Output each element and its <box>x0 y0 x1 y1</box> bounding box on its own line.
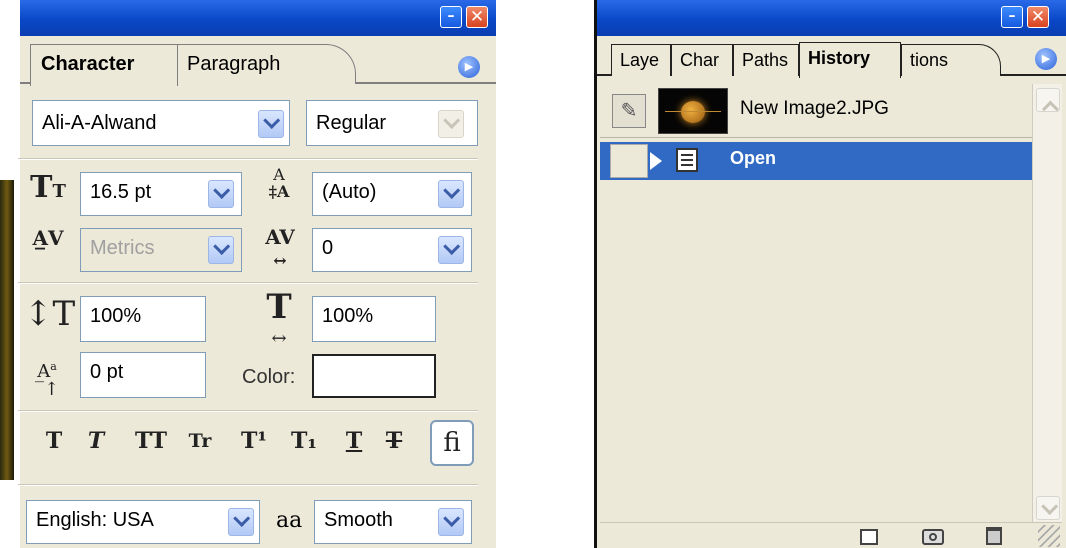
separator <box>18 410 478 412</box>
tab-paths[interactable]: Paths <box>733 44 799 76</box>
tab-bar: Laye Char Paths History tions ▶ <box>597 36 1066 78</box>
close-button[interactable]: ✕ <box>466 6 488 28</box>
tab-history[interactable]: History <box>799 42 901 78</box>
language-dropdown[interactable] <box>228 508 254 536</box>
leading-value: (Auto) <box>322 181 377 203</box>
language-value: English: USA <box>36 509 154 531</box>
chevron-up-icon <box>1041 100 1059 118</box>
vertical-scale-icon: ↕T <box>24 294 76 334</box>
separator <box>18 484 478 486</box>
subscript-button[interactable]: T₁ <box>284 422 324 460</box>
font-style-dropdown[interactable] <box>438 110 464 138</box>
chevron-down-icon <box>213 181 231 199</box>
chevron-down-icon <box>443 181 461 199</box>
chevron-down-icon <box>213 237 231 255</box>
tab-bar: Character Paragraph ▶ <box>20 36 496 86</box>
tracking-icon: AV ↔ <box>265 225 295 270</box>
scroll-up-button[interactable] <box>1036 88 1060 118</box>
separator <box>18 282 478 284</box>
tab-paragraph[interactable]: Paragraph <box>176 44 356 84</box>
vertical-scale-value: 100% <box>90 305 142 327</box>
language-select[interactable]: English: USA <box>26 500 260 544</box>
antialias-icon: aa <box>276 508 303 533</box>
chevron-down-icon <box>1041 497 1059 515</box>
panel-menu-button[interactable]: ▶ <box>458 56 480 78</box>
chevron-down-icon <box>443 509 461 527</box>
font-family-value: Ali-A-Alwand <box>42 112 157 134</box>
panel-menu-button[interactable]: ▶ <box>1035 48 1057 70</box>
font-family-select[interactable]: Ali-A-Alwand <box>32 100 290 146</box>
history-state-row[interactable]: Open <box>600 142 1032 180</box>
font-size-icon: TT <box>30 170 66 205</box>
character-panel: – ✕ Character Paragraph ▶ <box>20 0 496 548</box>
tracking-value: 0 <box>322 237 334 259</box>
history-scrollbar[interactable] <box>1032 84 1062 524</box>
chevron-down-icon <box>263 111 281 129</box>
tab-actions[interactable]: tions <box>901 44 1001 76</box>
history-toolbar <box>600 522 1062 548</box>
new-document-icon[interactable] <box>860 529 878 545</box>
font-size-value: 16.5 pt <box>90 181 152 203</box>
horizontal-scale-field[interactable]: 100% <box>312 296 436 342</box>
title-bar: – ✕ <box>597 0 1066 36</box>
close-button[interactable]: ✕ <box>1027 6 1049 28</box>
underline-button[interactable]: T <box>334 422 374 460</box>
history-state-label: Open <box>730 148 777 168</box>
minimize-button[interactable]: – <box>1001 6 1023 28</box>
font-family-dropdown[interactable] <box>258 110 284 138</box>
baseline-shift-icon: Aa ‾↑ <box>34 360 60 400</box>
faux-bold-button[interactable]: T <box>34 422 74 460</box>
antialias-dropdown[interactable] <box>438 508 464 536</box>
kerning-dropdown[interactable] <box>208 236 234 264</box>
kerning-icon: A̲V <box>32 226 64 250</box>
small-caps-button[interactable]: Tr <box>180 422 220 460</box>
chevron-down-icon <box>233 509 251 527</box>
scroll-down-button[interactable] <box>1036 496 1060 520</box>
leading-icon: A ‡A <box>268 165 290 201</box>
resize-grip-icon[interactable] <box>1038 525 1060 547</box>
tab-character[interactable]: Char <box>671 44 733 76</box>
minimize-button[interactable]: – <box>440 6 462 28</box>
tab-layers[interactable]: Laye <box>611 44 671 76</box>
horizontal-scale-value: 100% <box>322 305 374 327</box>
kerning-value: Metrics <box>90 237 155 259</box>
title-bar: – ✕ <box>20 0 496 36</box>
chevron-down-icon <box>443 237 461 255</box>
color-swatch[interactable] <box>312 354 436 398</box>
camera-icon[interactable] <box>922 529 944 545</box>
all-caps-button[interactable]: TT <box>128 422 174 460</box>
snapshot-name: New Image2.JPG <box>740 98 889 119</box>
tracking-dropdown[interactable] <box>438 236 464 264</box>
faux-italic-button[interactable]: T <box>76 422 116 460</box>
history-list: ✎ New Image2.JPG Open <box>600 84 1032 530</box>
ligature-button[interactable]: ﬁ <box>430 420 474 466</box>
background-image-edge <box>0 180 14 480</box>
snapshot-row[interactable]: ✎ New Image2.JPG <box>600 84 1032 138</box>
chevron-down-icon <box>443 111 461 129</box>
baseline-shift-value: 0 pt <box>90 361 124 383</box>
strikethrough-button[interactable]: T <box>374 422 414 460</box>
baseline-shift-field[interactable]: 0 pt <box>80 352 206 398</box>
history-source-arrow-icon <box>650 152 662 170</box>
snapshot-thumbnail <box>658 88 728 134</box>
vertical-scale-field[interactable]: 100% <box>80 296 206 342</box>
leading-dropdown[interactable] <box>438 180 464 208</box>
tab-character[interactable]: Character <box>30 44 178 86</box>
history-brush-icon[interactable]: ✎ <box>612 94 646 128</box>
trash-icon[interactable] <box>986 527 1002 545</box>
antialias-value: Smooth <box>324 509 393 531</box>
source-checkbox[interactable] <box>610 144 648 178</box>
color-label: Color: <box>242 366 296 388</box>
font-style-value: Regular <box>316 112 387 134</box>
document-icon <box>676 148 698 172</box>
separator <box>18 158 478 160</box>
horizontal-scale-icon: T ↔ <box>266 287 292 349</box>
superscript-button[interactable]: T¹ <box>234 422 274 460</box>
font-size-dropdown[interactable] <box>208 180 234 208</box>
